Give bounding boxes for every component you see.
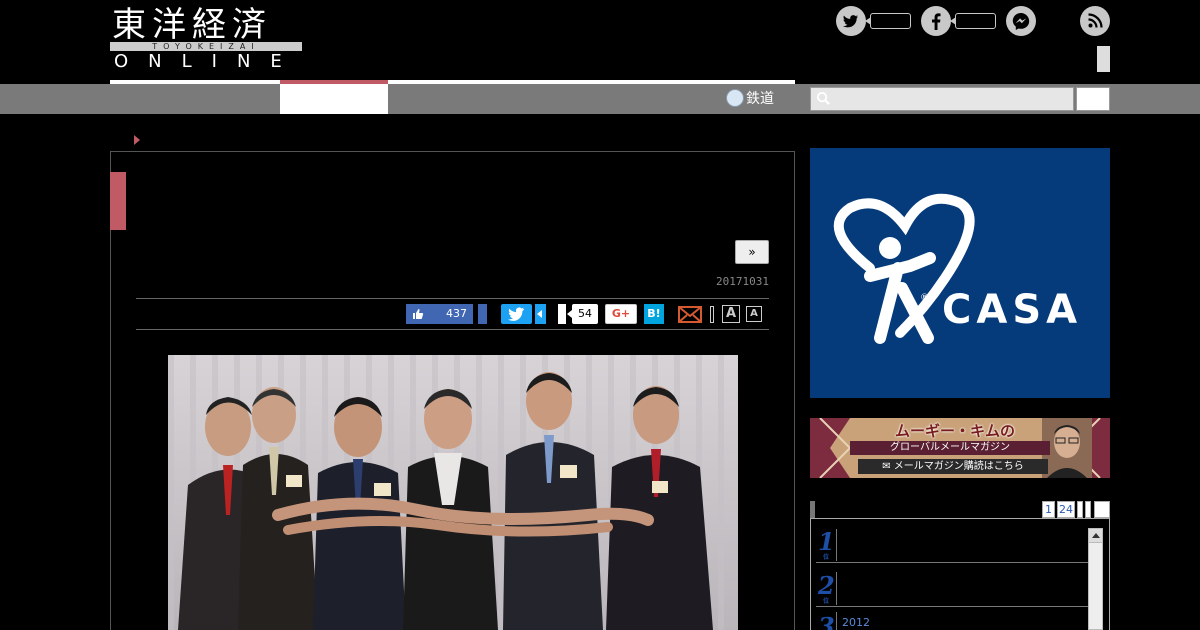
train-icon (726, 89, 744, 107)
hatena-count: 54 (567, 304, 598, 324)
share-bar-top-rule (136, 298, 769, 299)
ranking-list (810, 518, 1110, 630)
rank-number-2: 2位 (818, 571, 835, 605)
site-logo[interactable]: 東洋経済 TOYOKEIZAI ONLINE (110, 6, 305, 72)
facebook-like-count: 437 (446, 307, 467, 320)
casa-wordmark: CASA (942, 287, 1083, 333)
page: 東洋経済 TOYOKEIZAI ONLINE 鉄道 » 20171031 437… (0, 0, 1200, 630)
header-side-button[interactable] (1097, 46, 1110, 72)
ad-casa-banner[interactable]: ® CASA (810, 148, 1110, 398)
breadcrumb-arrow-icon (134, 135, 140, 145)
more-button[interactable]: » (735, 240, 769, 264)
logo-roman: TOYOKEIZAI (110, 42, 302, 51)
facebook-like-button[interactable]: 437 (406, 304, 473, 324)
search-icon (816, 91, 830, 105)
rank-divider-2 (836, 572, 837, 605)
hatena-count-stub (558, 304, 566, 324)
nav-item-tetsudo[interactable]: 鉄道 (726, 88, 774, 110)
hatena-bookmark-button[interactable]: B! (644, 304, 664, 324)
twitter-count-bubble (865, 13, 911, 29)
rank-rule-1 (816, 562, 1088, 563)
rank-divider-3 (836, 612, 837, 630)
ad-mag-cta: ✉ メールマガジン購読はこちら (858, 459, 1048, 474)
nav-item-tetsudo-label: 鉄道 (746, 91, 774, 107)
article-photo (168, 355, 738, 630)
ranking-header-marker (810, 501, 815, 518)
article-date: 20171031 (716, 275, 769, 288)
search-button[interactable] (1076, 87, 1110, 111)
ad-mag-title: ムーギー・キムの (894, 422, 1015, 440)
font-size-small-button[interactable]: A (746, 306, 762, 322)
article-title-marker (110, 172, 126, 230)
thumbs-up-icon (413, 309, 424, 319)
ad-mail-magazine-banner[interactable]: ムーギー・キムの グローバルメールマガジン ✉ メールマガジン購読はこちら (810, 418, 1110, 478)
twitter-bird-icon (508, 307, 524, 321)
twitter-icon[interactable] (836, 6, 866, 36)
rss-icon[interactable] (1080, 6, 1110, 36)
ranking-tab-5[interactable] (1094, 501, 1110, 518)
messenger-icon[interactable] (1006, 6, 1036, 36)
rank-number-2-digit: 2 (818, 571, 835, 600)
share-separator (710, 306, 714, 323)
google-plus-button[interactable]: G+ (605, 304, 637, 324)
casa-heart-logo-icon (833, 193, 975, 344)
ranking-tab-3[interactable] (1077, 501, 1083, 518)
rank-number-1: 1位 (818, 527, 835, 561)
ranking-tab-24[interactable]: 24 (1057, 501, 1075, 518)
mail-icon[interactable] (678, 306, 702, 323)
rank-item-3-text[interactable]: 2012 (842, 616, 870, 629)
ranking-tab-4[interactable] (1085, 501, 1091, 518)
search-input[interactable] (810, 87, 1074, 111)
rank-number-1-digit: 1 (818, 527, 835, 556)
logo-kanji: 東洋経済 (112, 5, 272, 45)
rank-number-3: 3 (818, 612, 835, 630)
tweet-count (535, 304, 546, 324)
logo-online: ONLINE (114, 51, 302, 72)
casa-registered: ® (920, 293, 929, 303)
facebook-icon[interactable] (921, 6, 951, 36)
scroll-up-arrow-icon[interactable] (1088, 528, 1103, 543)
ranking-tab-1[interactable]: 1 (1042, 501, 1055, 518)
facebook-share-stub[interactable] (478, 304, 487, 324)
facebook-count-bubble (950, 13, 996, 29)
nav-tab-active[interactable] (280, 84, 388, 114)
ad-mag-subtitle: グローバルメールマガジン (850, 441, 1050, 455)
rank-divider-1 (836, 529, 837, 561)
rank-number-3-digit: 3 (818, 612, 835, 630)
tweet-button[interactable] (501, 304, 532, 324)
share-bar-bottom-rule (136, 329, 769, 330)
ranking-scrollbar[interactable] (1088, 528, 1103, 630)
rank-rule-2 (816, 606, 1088, 607)
font-size-large-button[interactable]: A (722, 305, 740, 323)
